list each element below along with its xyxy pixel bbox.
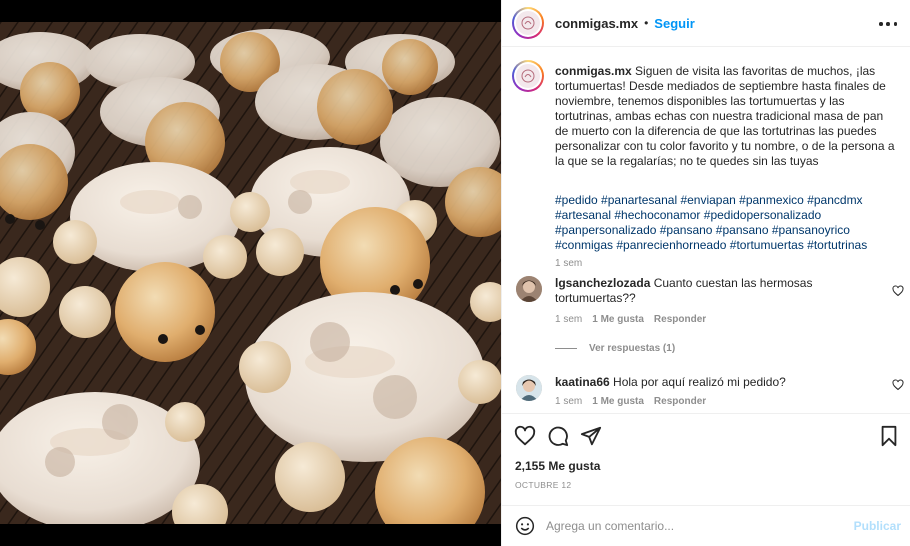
bookmark-icon[interactable] <box>878 425 900 447</box>
comment-likes[interactable]: 1 Me gusta <box>592 396 644 407</box>
caption-text: conmigas.mx Siguen de visita las favorit… <box>555 64 895 169</box>
action-bar: 2,155 Me gusta OCTUBRE 12 <box>502 413 910 493</box>
paper-plane-icon[interactable] <box>580 425 602 447</box>
comment-username[interactable]: kaatina66 <box>555 375 610 389</box>
comment-meta: 1 sem 1 Me gusta Responder <box>555 396 706 407</box>
more-options-icon[interactable] <box>879 15 897 33</box>
comment-timestamp: 1 sem <box>555 314 583 325</box>
heart-icon[interactable] <box>514 425 536 447</box>
comment-meta: 1 sem 1 Me gusta Responder <box>555 314 706 325</box>
comment-text: kaatina66 Hola por aquí realizó mi pedid… <box>555 375 875 390</box>
follow-button[interactable]: Seguir <box>654 16 694 31</box>
view-replies-button[interactable]: Ver respuestas (1) <box>555 343 675 354</box>
post-header: conmigas.mx • Seguir <box>502 0 910 47</box>
comment-input[interactable] <box>546 514 836 538</box>
photo-pane <box>0 0 501 546</box>
emoji-smiley-icon[interactable] <box>515 516 535 536</box>
comment-bubble-icon[interactable] <box>547 425 569 447</box>
avatar[interactable] <box>516 375 542 401</box>
brand-logo-icon <box>516 64 540 88</box>
caption-username[interactable]: conmigas.mx <box>555 64 632 78</box>
comment-timestamp: 1 sem <box>555 396 583 407</box>
comment-body: Hola por aquí realizó mi pedido? <box>613 375 786 389</box>
avatar[interactable] <box>512 7 544 39</box>
separator-dot: • <box>644 16 649 30</box>
add-comment-bar: Publicar <box>502 505 910 546</box>
comment-text: lgsanchezlozada Cuanto cuestan las hermo… <box>555 276 875 306</box>
comments-scroll-area[interactable]: conmigas.mx Siguen de visita las favorit… <box>502 48 910 413</box>
reply-button[interactable]: Responder <box>654 314 706 325</box>
avatar[interactable] <box>516 276 542 302</box>
post-author-username[interactable]: conmigas.mx <box>555 16 638 31</box>
post-photo[interactable] <box>0 22 501 524</box>
brand-logo-icon <box>516 11 540 35</box>
view-replies-label: Ver respuestas (1) <box>589 343 676 354</box>
reply-button[interactable]: Responder <box>654 396 706 407</box>
likes-count[interactable]: 2,155 Me gusta <box>515 459 600 473</box>
caption-hashtags[interactable]: #pedido #panartesanal #enviapan #panmexi… <box>555 193 895 253</box>
comment-username[interactable]: lgsanchezlozada <box>555 276 650 290</box>
publish-button[interactable]: Publicar <box>854 519 901 533</box>
comment-heart-icon[interactable] <box>892 379 904 391</box>
caption-timestamp: 1 sem <box>555 258 583 269</box>
avatar[interactable] <box>512 60 544 92</box>
post-date: OCTUBRE 12 <box>515 480 572 490</box>
caption-body: Siguen de visita las favoritas de muchos… <box>555 64 895 168</box>
replies-divider <box>555 348 577 349</box>
comment-likes[interactable]: 1 Me gusta <box>592 314 644 325</box>
comment-heart-icon[interactable] <box>892 285 904 297</box>
post-detail-panel: conmigas.mx • Seguir conmigas.mx Siguen … <box>501 0 910 546</box>
bread-turtles-image <box>0 22 501 524</box>
